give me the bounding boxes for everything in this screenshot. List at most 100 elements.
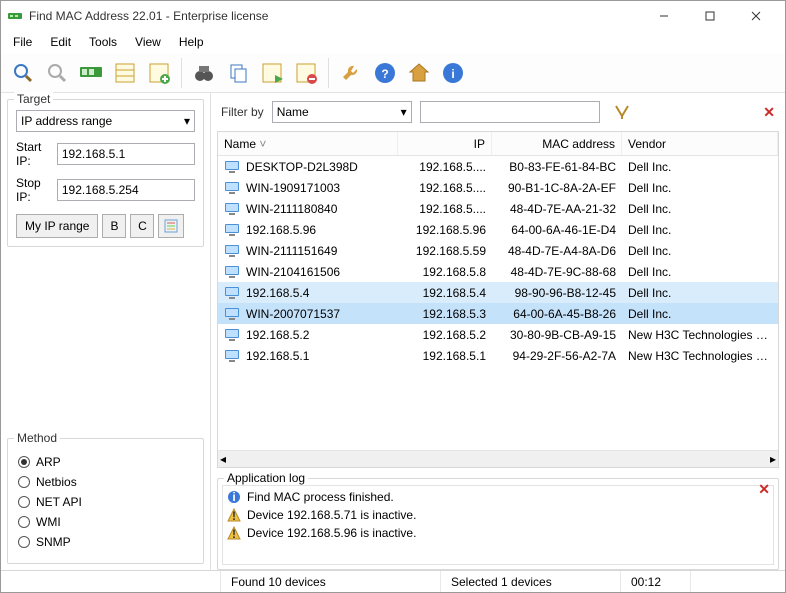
table-row[interactable]: WIN-1909171003192.168.5....90-B1-1C-8A-2… <box>218 177 778 198</box>
my-ip-range-button[interactable]: My IP range <box>16 214 98 238</box>
method-arp[interactable]: ARP <box>18 455 193 469</box>
search-button[interactable] <box>7 57 39 89</box>
grid-icon <box>114 62 136 84</box>
network-card-button[interactable] <box>75 57 107 89</box>
grid-add-button[interactable] <box>143 57 175 89</box>
table-row[interactable]: 192.168.5.1192.168.5.194-29-2F-56-A2-7AN… <box>218 345 778 366</box>
maximize-button[interactable] <box>687 1 733 31</box>
wrench-button[interactable] <box>335 57 367 89</box>
row-vendor: Dell Inc. <box>622 307 778 321</box>
search-gray-button[interactable] <box>41 57 73 89</box>
window-title: Find MAC Address 22.01 - Enterprise lice… <box>29 9 641 23</box>
left-pane: Target IP address range ▾ Start IP: Stop… <box>1 93 211 570</box>
log-body[interactable]: iFind MAC process finished. !Device 192.1… <box>222 485 774 565</box>
table-row[interactable]: WIN-2111151649192.168.5.5948-4D-7E-A4-8A… <box>218 240 778 261</box>
grid-button[interactable] <box>109 57 141 89</box>
class-b-button[interactable]: B <box>102 214 126 238</box>
minimize-button[interactable] <box>641 1 687 31</box>
col-mac-header[interactable]: MAC address <box>492 132 622 155</box>
method-label: SNMP <box>36 535 71 549</box>
help-button[interactable]: ? <box>369 57 401 89</box>
grid-remove-icon <box>295 62 317 84</box>
start-ip-input[interactable] <box>57 143 195 165</box>
chevron-down-icon: ▾ <box>401 105 407 119</box>
filter-label: Filter by <box>221 105 264 119</box>
method-group: Method ARPNetbiosNET APIWMISNMP <box>7 438 204 564</box>
row-mac: 48-4D-7E-9C-88-68 <box>492 265 622 279</box>
home-button[interactable] <box>403 57 435 89</box>
horizontal-scrollbar[interactable]: ◂ ▸ <box>218 450 778 467</box>
toolbar: ?i <box>1 53 785 93</box>
info-icon: i <box>442 62 464 84</box>
status-found: Found 10 devices <box>221 571 441 592</box>
scroll-right-icon[interactable]: ▸ <box>770 452 776 466</box>
filter-bar: Filter by Name ▾ ✕ <box>217 99 779 125</box>
results-table: Name ˅ IP MAC address Vendor DESKTOP-D2L… <box>217 131 779 468</box>
info-icon: i <box>227 490 241 504</box>
target-group: Target IP address range ▾ Start IP: Stop… <box>7 99 204 247</box>
row-name: WIN-1909171003 <box>246 181 340 195</box>
row-vendor: Dell Inc. <box>622 244 778 258</box>
filter-field-select[interactable]: Name ▾ <box>272 101 412 123</box>
window-buttons <box>641 1 779 31</box>
binoculars-button[interactable] <box>188 57 220 89</box>
table-row[interactable]: DESKTOP-D2L398D192.168.5....B0-83-FE-61-… <box>218 156 778 177</box>
info-button[interactable]: i <box>437 57 469 89</box>
table-row[interactable]: WIN-2007071537192.168.5.364-00-6A-45-B8-… <box>218 303 778 324</box>
status-time: 00:12 <box>621 571 691 592</box>
radio-icon <box>18 496 30 508</box>
table-row[interactable]: WIN-2111180840192.168.5....48-4D-7E-AA-2… <box>218 198 778 219</box>
table-row[interactable]: 192.168.5.2192.168.5.230-80-9B-CB-A9-15N… <box>218 324 778 345</box>
row-vendor: Dell Inc. <box>622 265 778 279</box>
menu-file[interactable]: File <box>5 33 40 51</box>
row-name: WIN-2104161506 <box>246 265 340 279</box>
method-netbios[interactable]: Netbios <box>18 475 193 489</box>
col-ip-header[interactable]: IP <box>398 132 492 155</box>
scroll-left-icon[interactable]: ◂ <box>220 452 226 466</box>
method-wmi[interactable]: WMI <box>18 515 193 529</box>
class-c-button[interactable]: C <box>130 214 154 238</box>
table-row[interactable]: WIN-2104161506 192.168.5.848-4D-7E-9C-88-… <box>218 261 778 282</box>
clear-filter-icon[interactable] <box>614 104 630 120</box>
menu-tools[interactable]: Tools <box>81 33 125 51</box>
method-snmp[interactable]: SNMP <box>18 535 193 549</box>
monitor-icon <box>224 307 240 321</box>
target-range-select[interactable]: IP address range ▾ <box>16 110 195 132</box>
close-button[interactable] <box>733 1 779 31</box>
monitor-icon <box>224 328 240 342</box>
ip-list-button[interactable] <box>158 214 184 238</box>
row-name: 192.168.5.4 <box>246 286 309 300</box>
monitor-icon <box>224 202 240 216</box>
row-name: WIN-2111180840 <box>246 202 337 216</box>
menu-view[interactable]: View <box>127 33 169 51</box>
menu-edit[interactable]: Edit <box>42 33 79 51</box>
row-ip: 192.168.5.8 <box>398 265 492 279</box>
log-line: !Device 192.168.5.96 is inactive. <box>227 524 769 542</box>
row-ip: 192.168.5.96 <box>398 223 492 237</box>
copy-icon <box>227 62 249 84</box>
svg-text:!: ! <box>232 527 236 540</box>
grid-play-button[interactable] <box>256 57 288 89</box>
filter-input[interactable] <box>420 101 600 123</box>
method-net-api[interactable]: NET API <box>18 495 193 509</box>
start-ip-label: Start IP: <box>16 140 51 168</box>
radio-icon <box>18 456 30 468</box>
row-vendor: Dell Inc. <box>622 181 778 195</box>
log-line: iFind MAC process finished. <box>227 488 769 506</box>
col-name-header[interactable]: Name ˅ <box>218 132 398 155</box>
row-ip: 192.168.5.... <box>398 160 492 174</box>
copy-button[interactable] <box>222 57 254 89</box>
menu-help[interactable]: Help <box>171 33 212 51</box>
table-row[interactable]: 192.168.5.4192.168.5.498-90-96-B8-12-45D… <box>218 282 778 303</box>
close-filter-icon[interactable]: ✕ <box>763 104 775 121</box>
close-log-icon[interactable]: ✕ <box>758 481 770 498</box>
stop-ip-label: Stop IP: <box>16 176 51 204</box>
row-vendor: New H3C Technologies Co., Ltd <box>622 349 778 363</box>
col-vendor-header[interactable]: Vendor <box>622 132 778 155</box>
stop-ip-input[interactable] <box>57 179 195 201</box>
grid-remove-button[interactable] <box>290 57 322 89</box>
binoculars-icon <box>193 62 215 84</box>
filter-field-value: Name <box>277 105 309 119</box>
table-row[interactable]: 192.168.5.96192.168.5.9664-00-6A-46-1E-D… <box>218 219 778 240</box>
wrench-icon <box>340 62 362 84</box>
